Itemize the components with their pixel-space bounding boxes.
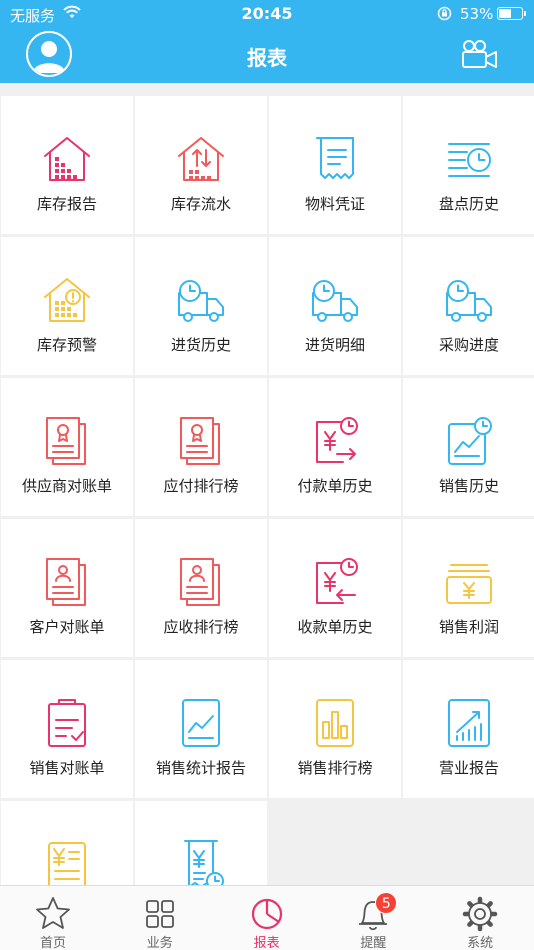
tab-label: 系统 [467, 936, 494, 950]
clipboard-check-icon [48, 699, 86, 747]
report-tile-label: 进货明细 [304, 336, 365, 354]
video-camera-icon[interactable] [459, 38, 499, 70]
page-title: 报表 [247, 46, 287, 70]
report-tile[interactable]: 付款单历史 [269, 378, 401, 516]
truck-clock-icon [312, 280, 358, 322]
certificate-doc-icon [46, 417, 86, 465]
report-tile[interactable]: 采购进度 [403, 237, 534, 375]
report-tile-label: 收款单历史 [297, 618, 373, 636]
person-doc-icon [46, 558, 86, 606]
report-tile[interactable]: 销售历史 [403, 378, 534, 516]
battery-icon [497, 7, 526, 20]
report-tile[interactable]: 营业报告 [403, 660, 534, 798]
report-tile[interactable]: 物料凭证 [269, 96, 401, 234]
report-tile[interactable]: 库存预警 [1, 237, 133, 375]
report-tile[interactable]: 销售利润 [403, 519, 534, 657]
report-tile[interactable]: 进货历史 [135, 237, 267, 375]
warehouse-flow-icon [178, 137, 224, 181]
person-doc-icon [180, 558, 220, 606]
report-tile[interactable]: 应收排行榜 [135, 519, 267, 657]
report-tile[interactable]: 供应商对账单 [1, 378, 133, 516]
growth-chart-icon [448, 699, 490, 747]
report-tile[interactable]: 收款单历史 [269, 519, 401, 657]
report-tile[interactable]: 库存流水 [135, 96, 267, 234]
report-tile-label: 应付排行榜 [163, 477, 239, 495]
status-bar: 无服务 20:45 53% [0, 0, 534, 28]
report-tile-label: 销售历史 [438, 477, 499, 495]
tab-grid[interactable]: 业务 [107, 886, 213, 950]
tab-pie-chart[interactable]: 报表 [214, 886, 320, 950]
clock: 20:45 [241, 4, 293, 23]
bar-chart-doc-icon [316, 699, 354, 747]
report-tile-label: 物料凭证 [304, 195, 365, 213]
report-tile-label: 营业报告 [438, 759, 499, 777]
report-tile[interactable]: 进货明细 [269, 237, 401, 375]
report-tile-label: 盘点历史 [438, 195, 499, 213]
report-tile[interactable]: 销售统计报告 [135, 660, 267, 798]
report-tile-label: 销售统计报告 [155, 759, 246, 777]
report-tile-label: 销售排行榜 [297, 759, 373, 777]
yuan-doc-in-icon [316, 558, 358, 604]
report-tile-label: 库存预警 [36, 336, 97, 354]
report-tile[interactable]: 销售对账单 [1, 660, 133, 798]
report-tile[interactable]: 销售排行榜 [269, 660, 401, 798]
sales-trend-clock-icon [448, 417, 492, 465]
tab-label: 业务 [146, 936, 173, 950]
battery-percent: 53% [460, 5, 494, 23]
report-tile[interactable]: 库存报告 [1, 96, 133, 234]
star-icon [36, 897, 70, 929]
receipt-icon [316, 137, 354, 179]
truck-clock-icon [446, 280, 492, 322]
report-tile-label: 客户对账单 [29, 618, 105, 636]
truck-clock-icon [178, 280, 224, 322]
report-tile-label: 库存流水 [170, 195, 231, 213]
warehouse-chart-icon [44, 137, 90, 181]
certificate-doc-icon [180, 417, 220, 465]
report-tile-label: 付款单历史 [297, 477, 373, 495]
header: 报表 [0, 28, 534, 83]
tab-gear[interactable]: 系统 [427, 886, 533, 950]
line-chart-doc-icon [182, 699, 220, 747]
tab-star[interactable]: 首页 [0, 886, 106, 950]
grid-icon [145, 900, 174, 928]
list-clock-icon [448, 143, 491, 177]
report-tile-label: 进货历史 [170, 336, 231, 354]
report-tile-label: 采购进度 [438, 336, 499, 354]
yuan-receipt-clock-icon [184, 840, 224, 889]
rotation-lock-icon [437, 6, 452, 21]
warehouse-warning-icon [44, 278, 90, 322]
report-tile-label: 应收排行榜 [163, 618, 239, 636]
report-tile-label: 销售对账单 [29, 759, 105, 777]
report-tile[interactable]: 应付排行榜 [135, 378, 267, 516]
report-tile[interactable]: 客户对账单 [1, 519, 133, 657]
report-tile-label: 销售利润 [438, 618, 499, 636]
notification-badge: 5 [375, 892, 398, 914]
tab-bell[interactable]: 5 提醒 [320, 886, 426, 950]
report-tile[interactable]: 盘点历史 [403, 96, 534, 234]
pie-chart-icon [251, 898, 282, 930]
yuan-list-icon [48, 842, 86, 889]
report-tile-label: 供应商对账单 [21, 477, 112, 495]
tab-label: 首页 [39, 936, 66, 950]
tab-label: 报表 [253, 936, 280, 950]
report-tile-label: 库存报告 [36, 195, 97, 213]
yuan-doc-out-icon [316, 417, 358, 463]
tab-bar: 首页 业务 报表 5 提醒 系统 [0, 885, 534, 950]
money-stack-icon [446, 564, 492, 604]
gear-icon [462, 896, 498, 932]
tab-label: 提醒 [360, 936, 387, 950]
